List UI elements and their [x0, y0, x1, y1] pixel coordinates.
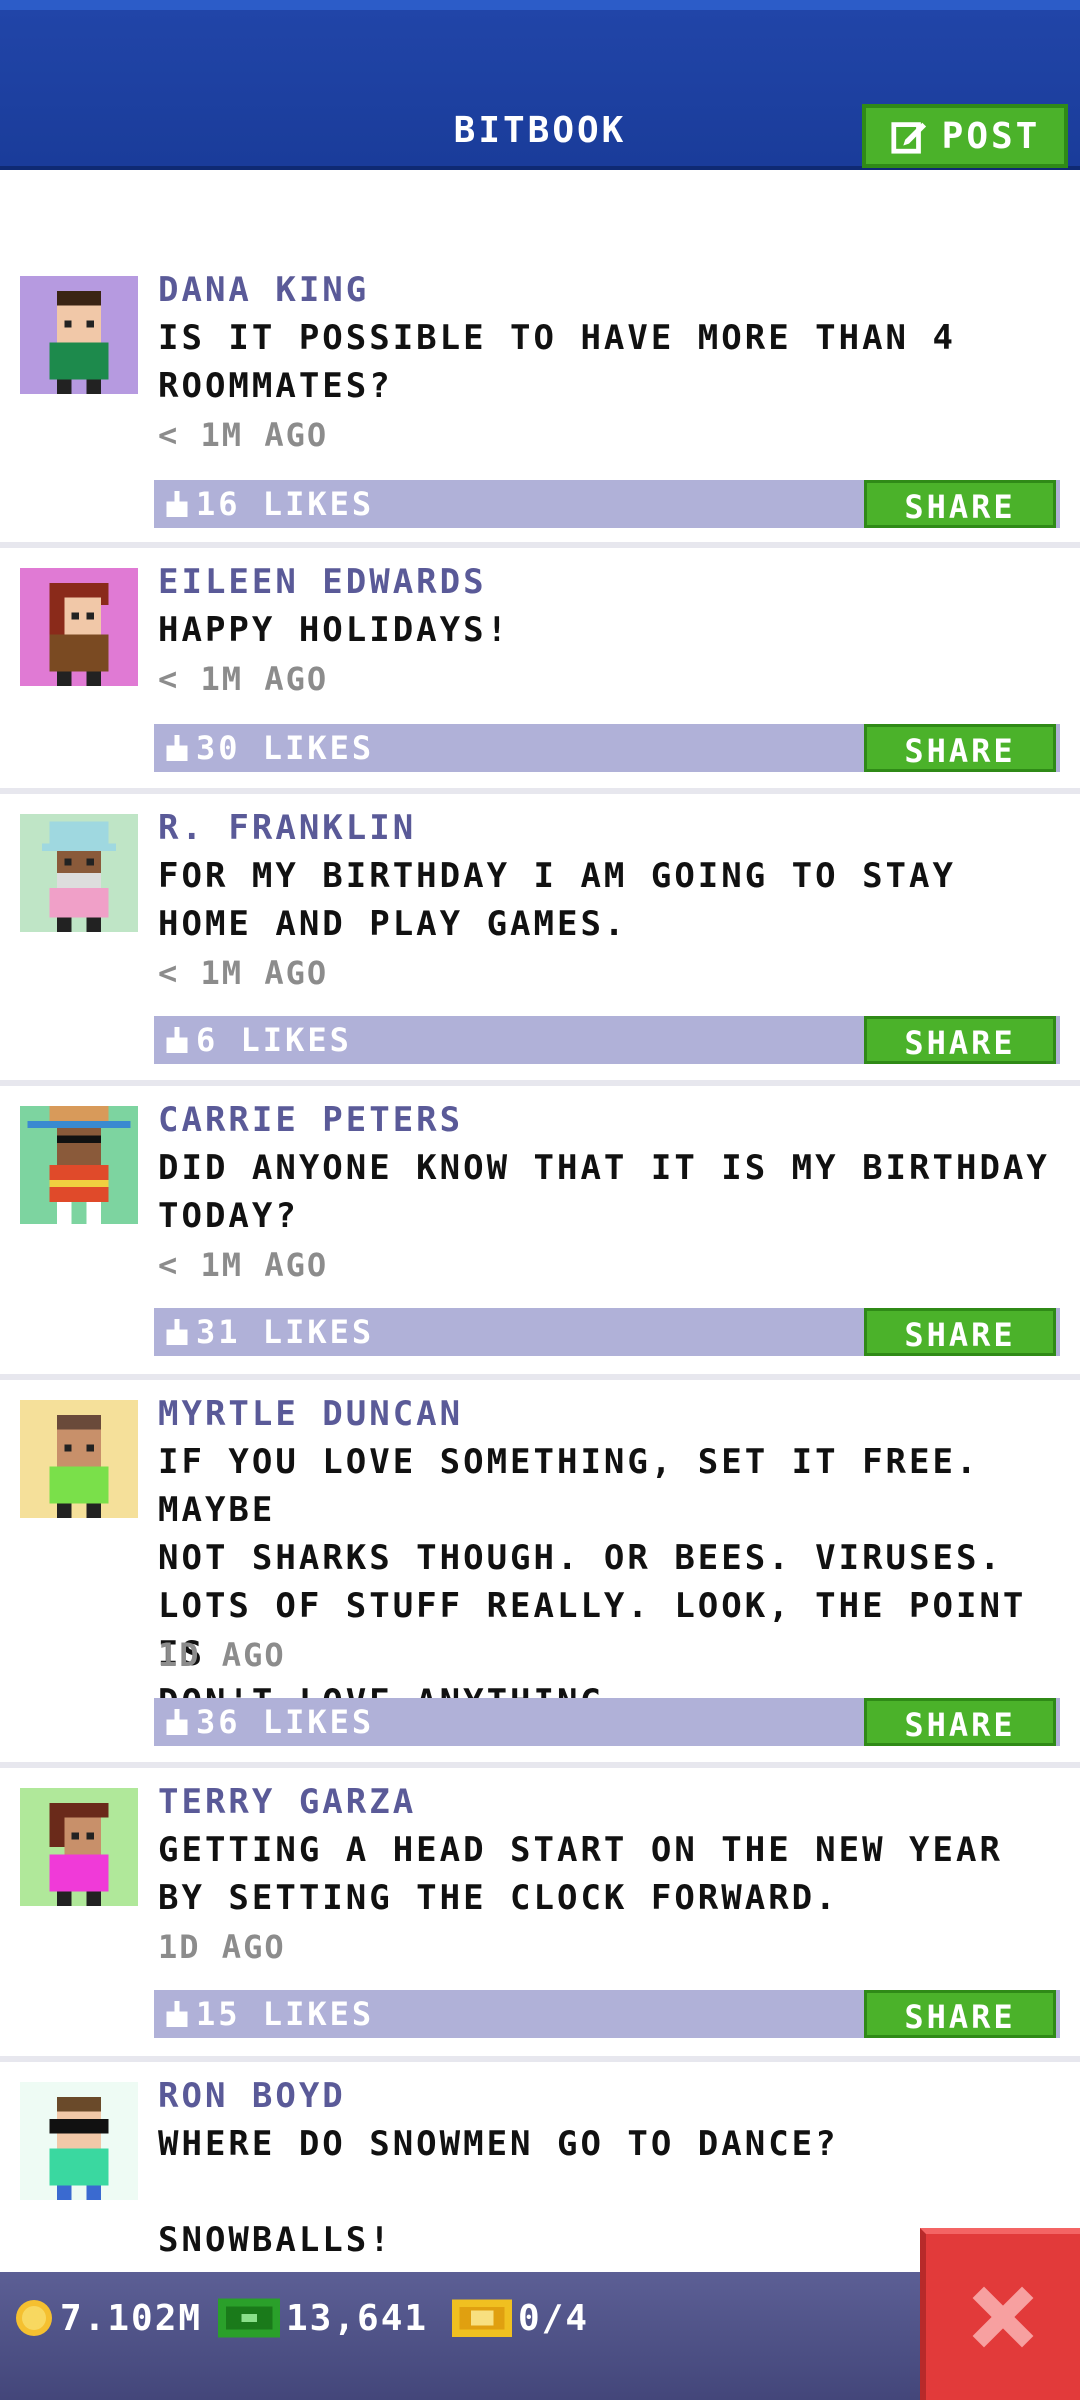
- share-button[interactable]: SHARE: [864, 1698, 1056, 1746]
- like-count: 15 LIKES: [196, 1995, 375, 2033]
- post-author[interactable]: RON BOYD: [158, 2076, 346, 2116]
- like-bar: 15 LIKES SHARE: [154, 1990, 1060, 2038]
- coins-stat: 7.102M: [14, 2294, 202, 2342]
- like-bar: 6 LIKES SHARE: [154, 1016, 1060, 1064]
- like-bar: 31 LIKES SHARE: [154, 1308, 1060, 1356]
- share-button[interactable]: SHARE: [864, 1990, 1056, 2038]
- like-button[interactable]: 30 LIKES: [164, 724, 374, 772]
- post-text: HAPPY HOLIDAYS!: [158, 610, 511, 650]
- post-button[interactable]: POST: [862, 104, 1068, 168]
- share-button[interactable]: SHARE: [864, 1308, 1056, 1356]
- post-text: IS IT POSSIBLE TO HAVE MORE THAN 4 ROOMM…: [158, 318, 956, 406]
- avatar[interactable]: [20, 1788, 138, 1906]
- feed-post: DANA KING IS IT POSSIBLE TO HAVE MORE TH…: [0, 170, 1080, 548]
- post-timestamp: 1D AGO: [158, 1636, 286, 1674]
- thumb-icon: [166, 491, 188, 517]
- avatar[interactable]: [20, 276, 138, 394]
- like-count: 16 LIKES: [196, 485, 375, 523]
- like-button[interactable]: 16 LIKES: [164, 480, 374, 528]
- post-text: GETTING A HEAD START ON THE NEW YEAR BY …: [158, 1830, 1003, 1918]
- feed-post: RON BOYD WHERE DO SNOWMEN GO TO DANCE? S…: [0, 2062, 1080, 2272]
- like-button[interactable]: 31 LIKES: [164, 1308, 374, 1356]
- post-author[interactable]: EILEEN EDWARDS: [158, 562, 487, 602]
- post-timestamp: 1D AGO: [158, 1928, 286, 1966]
- feed-post: R. FRANKLIN FOR MY BIRTHDAY I AM GOING T…: [0, 794, 1080, 1086]
- feed-post: MYRTLE DUNCAN IF YOU LOVE SOMETHING, SET…: [0, 1380, 1080, 1768]
- post-text: DID ANYONE KNOW THAT IT IS MY BIRTHDAY T…: [158, 1148, 1050, 1236]
- like-count: 31 LIKES: [196, 1313, 375, 1351]
- like-button[interactable]: 6 LIKES: [164, 1016, 352, 1064]
- thumb-icon: [166, 1709, 188, 1735]
- post-timestamp: < 1M AGO: [158, 1246, 329, 1284]
- like-bar: 36 LIKES SHARE: [154, 1698, 1060, 1746]
- close-icon: [972, 2286, 1034, 2348]
- bux-value: 13,641: [286, 2297, 429, 2339]
- post-author[interactable]: CARRIE PETERS: [158, 1100, 463, 1140]
- thumb-icon: [166, 1319, 188, 1345]
- post-timestamp: < 1M AGO: [158, 660, 329, 698]
- avatar[interactable]: [20, 2082, 138, 2200]
- avatar[interactable]: [20, 814, 138, 932]
- like-bar: 30 LIKES SHARE: [154, 724, 1060, 772]
- avatar[interactable]: [20, 1400, 138, 1518]
- post-timestamp: < 1M AGO: [158, 954, 329, 992]
- avatar[interactable]: [20, 1106, 138, 1224]
- status-bar: 7.102M 13,641 0/4: [0, 2272, 1080, 2400]
- compose-icon: [891, 122, 926, 154]
- post-author[interactable]: R. FRANKLIN: [158, 808, 416, 848]
- app-header: BITBOOK POST: [0, 0, 1080, 170]
- tickets-stat: 0/4: [452, 2294, 589, 2342]
- feed-post: EILEEN EDWARDS HAPPY HOLIDAYS! < 1M AGO …: [0, 548, 1080, 794]
- bux-stat: 13,641: [218, 2294, 428, 2342]
- like-count: 36 LIKES: [196, 1703, 375, 1741]
- share-button[interactable]: SHARE: [864, 480, 1056, 528]
- feed-post: CARRIE PETERS DID ANYONE KNOW THAT IT IS…: [0, 1086, 1080, 1380]
- post-text: IF YOU LOVE SOMETHING, SET IT FREE. MAYB…: [158, 1442, 1027, 1722]
- thumb-icon: [166, 2001, 188, 2027]
- like-button[interactable]: 15 LIKES: [164, 1990, 374, 2038]
- tickets-value: 0/4: [518, 2297, 590, 2339]
- close-button[interactable]: [920, 2228, 1080, 2400]
- share-button[interactable]: SHARE: [864, 1016, 1056, 1064]
- like-button[interactable]: 36 LIKES: [164, 1698, 374, 1746]
- like-count: 30 LIKES: [196, 729, 375, 767]
- ticket-icon: [452, 2299, 512, 2337]
- share-button[interactable]: SHARE: [864, 724, 1056, 772]
- coins-value: 7.102M: [60, 2297, 203, 2339]
- like-count: 6 LIKES: [196, 1021, 352, 1059]
- cash-icon: [218, 2298, 280, 2338]
- coin-icon: [16, 2300, 52, 2336]
- avatar[interactable]: [20, 568, 138, 686]
- thumb-icon: [166, 1027, 188, 1053]
- post-text: FOR MY BIRTHDAY I AM GOING TO STAY HOME …: [158, 856, 956, 944]
- post-timestamp: < 1M AGO: [158, 416, 329, 454]
- post-button-label: POST: [941, 115, 1041, 157]
- post-author[interactable]: MYRTLE DUNCAN: [158, 1394, 463, 1434]
- thumb-icon: [166, 735, 188, 761]
- feed-post: TERRY GARZA GETTING A HEAD START ON THE …: [0, 1768, 1080, 2062]
- like-bar: 16 LIKES SHARE: [154, 480, 1060, 528]
- post-author[interactable]: DANA KING: [158, 270, 369, 310]
- post-author[interactable]: TERRY GARZA: [158, 1782, 416, 1822]
